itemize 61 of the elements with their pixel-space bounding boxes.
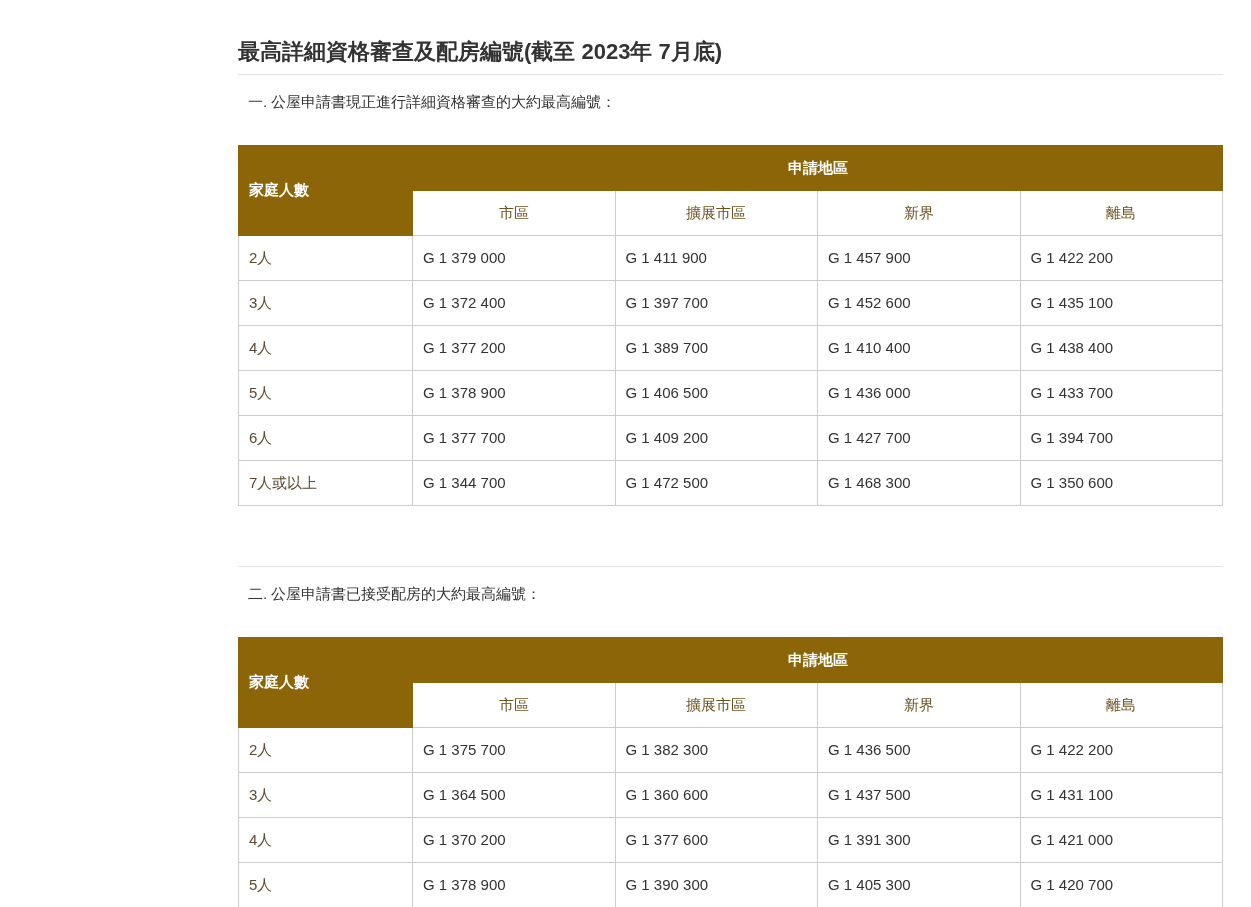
table-cell: G 1 391 300 — [817, 817, 1020, 863]
table-cell: G 1 377 200 — [412, 325, 615, 371]
table-cell: G 1 435 100 — [1020, 280, 1223, 326]
row-label: 4人 — [238, 817, 413, 863]
table-cell: G 1 421 000 — [1020, 817, 1223, 863]
table-cell: G 1 410 400 — [817, 325, 1020, 371]
table-cell: G 1 422 200 — [1020, 235, 1223, 281]
table-cell: G 1 472 500 — [615, 460, 818, 506]
table-cell: G 1 457 900 — [817, 235, 1020, 281]
page-title: 最高詳細資格審查及配房編號(截至 2023年 7月底) — [238, 38, 724, 66]
section-heading: 一. 公屋申請書現正進行詳細資格審查的大約最高編號： — [248, 92, 618, 112]
table-cell: G 1 375 700 — [412, 727, 615, 773]
table-cell: G 1 394 700 — [1020, 415, 1223, 461]
table-cell: G 1 406 500 — [615, 370, 818, 416]
table-cell: G 1 409 200 — [615, 415, 818, 461]
table-cell: G 1 437 500 — [817, 772, 1020, 818]
group-header: 申請地區 — [412, 145, 1223, 191]
row-label: 5人 — [238, 370, 413, 416]
table-cell: G 1 379 000 — [412, 235, 615, 281]
section-heading: 二. 公屋申請書已接受配房的大約最高編號： — [248, 584, 543, 604]
table-cell: G 1 370 200 — [412, 817, 615, 863]
row-label: 3人 — [238, 772, 413, 818]
group-header: 申請地區 — [412, 637, 1223, 683]
row-label: 5人 — [238, 862, 413, 907]
table-cell: G 1 364 500 — [412, 772, 615, 818]
row-label: 6人 — [238, 415, 413, 461]
table-cell: G 1 436 000 — [817, 370, 1020, 416]
table-cell: G 1 389 700 — [615, 325, 818, 371]
column-header: 市區 — [412, 682, 615, 728]
table-cell: G 1 372 400 — [412, 280, 615, 326]
table-cell: G 1 452 600 — [817, 280, 1020, 326]
table-cell: G 1 427 700 — [817, 415, 1020, 461]
column-header: 離島 — [1020, 682, 1223, 728]
table-cell: G 1 350 600 — [1020, 460, 1223, 506]
table-cell: G 1 360 600 — [615, 772, 818, 818]
column-header: 離島 — [1020, 190, 1223, 236]
corner-header: 家庭人數 — [238, 145, 413, 236]
table-cell: G 1 377 600 — [615, 817, 818, 863]
column-header: 新界 — [817, 190, 1020, 236]
row-label: 7人或以上 — [238, 460, 413, 506]
column-header: 市區 — [412, 190, 615, 236]
table-cell: G 1 431 100 — [1020, 772, 1223, 818]
column-header: 擴展市區 — [615, 682, 818, 728]
table-cell: G 1 433 700 — [1020, 370, 1223, 416]
column-header: 擴展市區 — [615, 190, 818, 236]
table-cell: G 1 422 200 — [1020, 727, 1223, 773]
table-cell: G 1 378 900 — [412, 370, 615, 416]
table-cell: G 1 411 900 — [615, 235, 818, 281]
table-cell: G 1 382 300 — [615, 727, 818, 773]
table-cell: G 1 436 500 — [817, 727, 1020, 773]
row-label: 3人 — [238, 280, 413, 326]
table-cell: G 1 468 300 — [817, 460, 1020, 506]
table-cell: G 1 377 700 — [412, 415, 615, 461]
corner-header: 家庭人數 — [238, 637, 413, 728]
row-label: 4人 — [238, 325, 413, 371]
table-cell: G 1 397 700 — [615, 280, 818, 326]
table-cell: G 1 438 400 — [1020, 325, 1223, 371]
table-cell: G 1 344 700 — [412, 460, 615, 506]
column-header: 新界 — [817, 682, 1020, 728]
row-label: 2人 — [238, 235, 413, 281]
row-label: 2人 — [238, 727, 413, 773]
